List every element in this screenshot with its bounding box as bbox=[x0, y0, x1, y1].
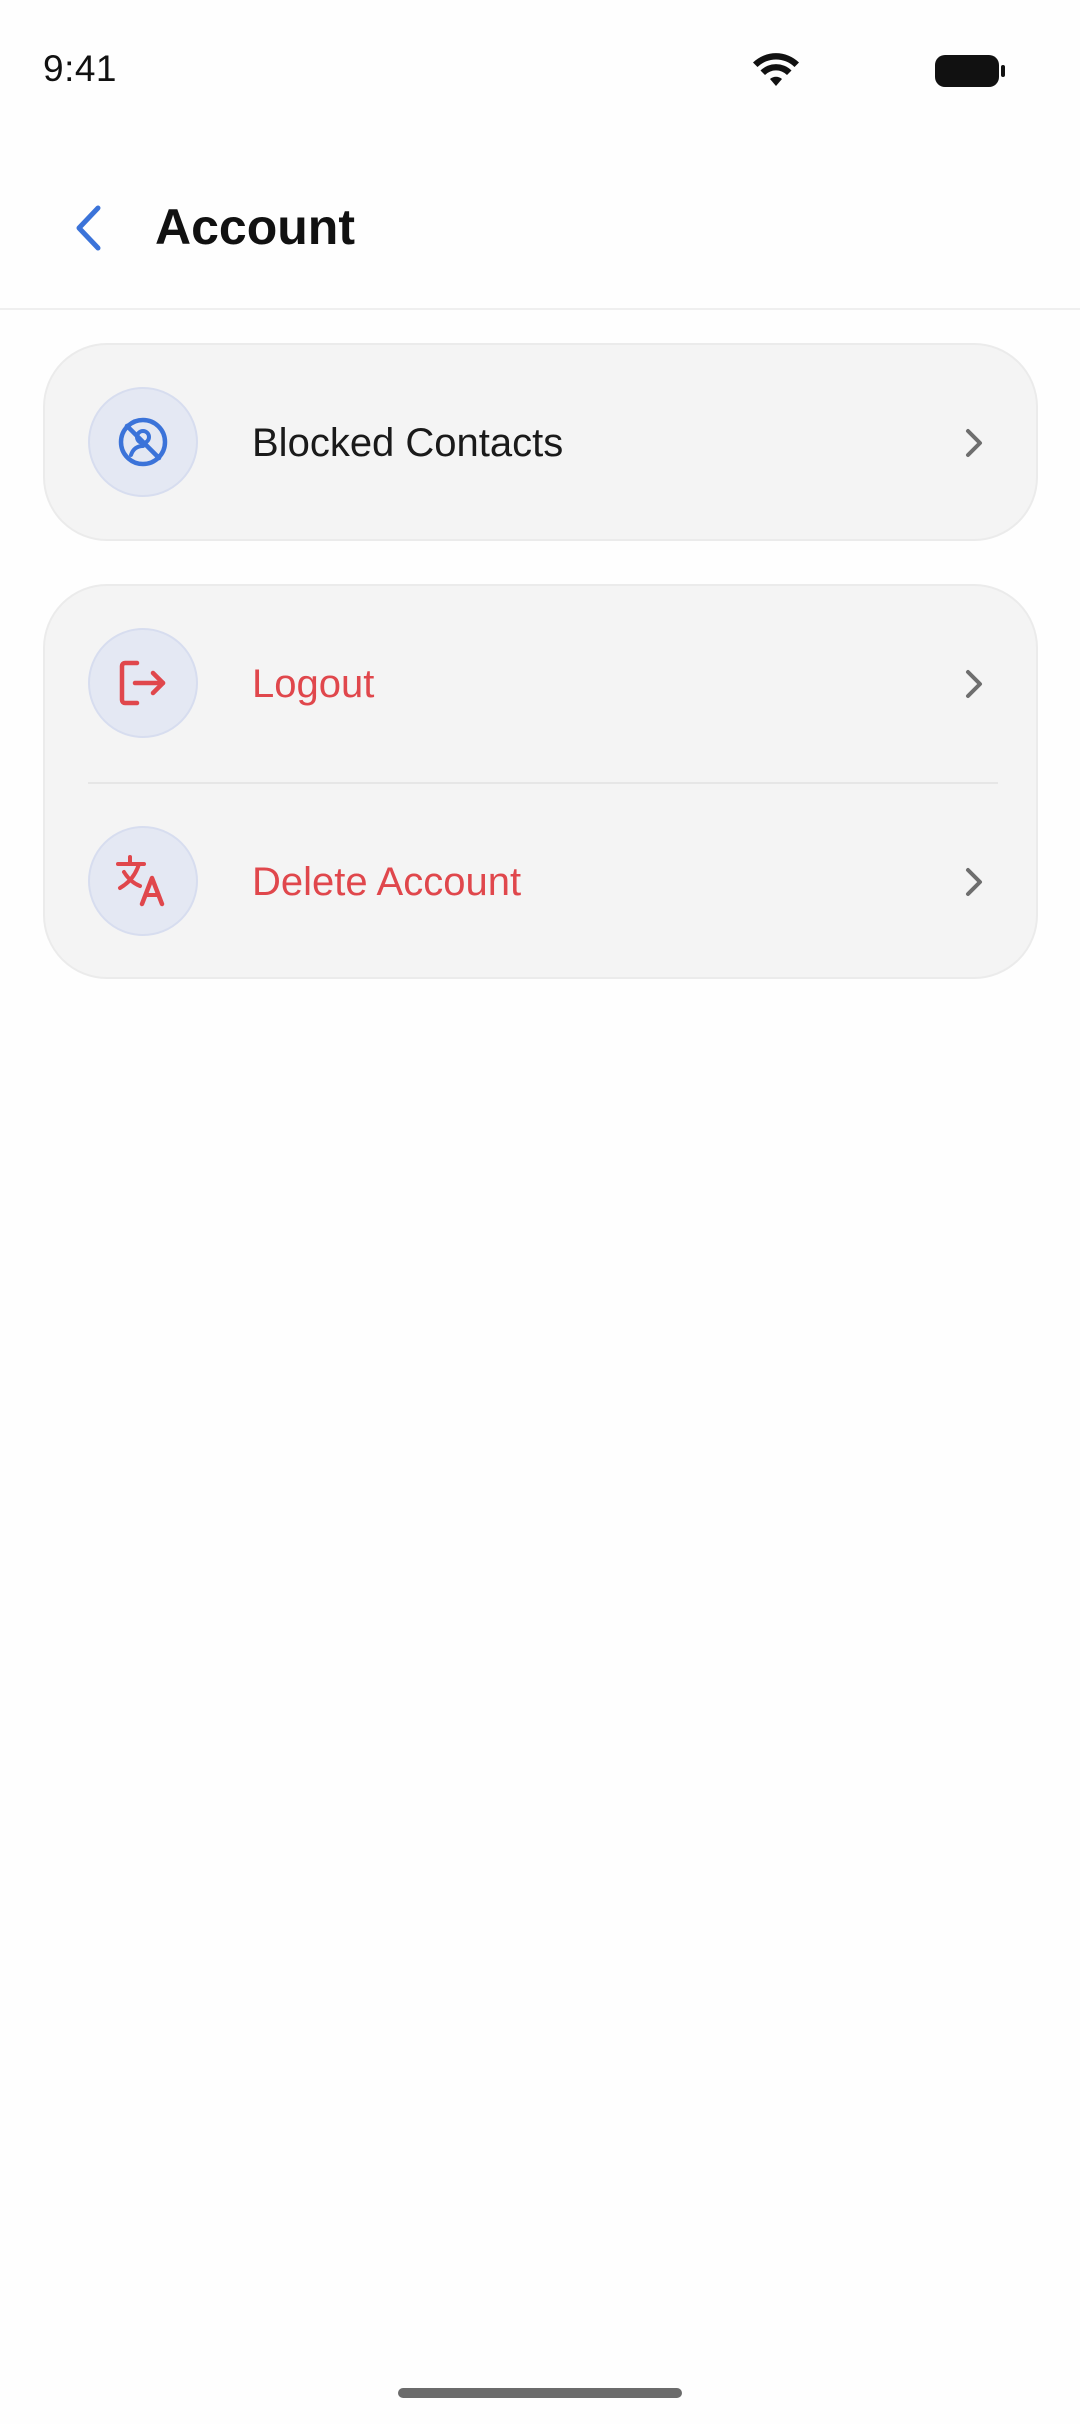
delete-account-label: Delete Account bbox=[252, 860, 522, 904]
blocked-contacts-card: Blocked Contacts bbox=[43, 343, 1038, 541]
page-title: Account bbox=[155, 199, 355, 255]
logout-icon bbox=[119, 660, 166, 706]
delete-account-row[interactable]: Delete Account bbox=[45, 784, 1040, 980]
status-time: 9:41 bbox=[43, 48, 118, 89]
logout-label: Logout bbox=[252, 662, 375, 706]
chevron-left-icon bbox=[76, 205, 101, 251]
status-bar: 9:41 bbox=[0, 0, 1080, 140]
battery-icon bbox=[935, 55, 1005, 87]
blocked-contacts-label: Blocked Contacts bbox=[252, 421, 564, 465]
chevron-right-icon bbox=[966, 868, 982, 896]
account-screen: 9:41 Account Blocked Contacts Logout Del… bbox=[0, 0, 1080, 2424]
account-actions-card: Logout Delete Account bbox=[43, 584, 1038, 979]
delete-account-icon-circle bbox=[88, 826, 198, 936]
blocked-contacts-icon-circle bbox=[88, 387, 198, 497]
chevron-right-icon bbox=[966, 670, 982, 698]
chevron-right-icon bbox=[966, 429, 982, 457]
home-indicator[interactable] bbox=[398, 2388, 682, 2398]
wifi-icon bbox=[753, 53, 799, 86]
logout-icon-circle bbox=[88, 628, 198, 738]
blocked-contacts-icon bbox=[118, 417, 168, 467]
logout-row[interactable]: Logout bbox=[45, 586, 1040, 782]
translate-icon bbox=[116, 855, 165, 907]
header: Account bbox=[0, 140, 1080, 310]
back-button[interactable] bbox=[58, 198, 118, 258]
blocked-contacts-row[interactable]: Blocked Contacts bbox=[45, 345, 1040, 541]
